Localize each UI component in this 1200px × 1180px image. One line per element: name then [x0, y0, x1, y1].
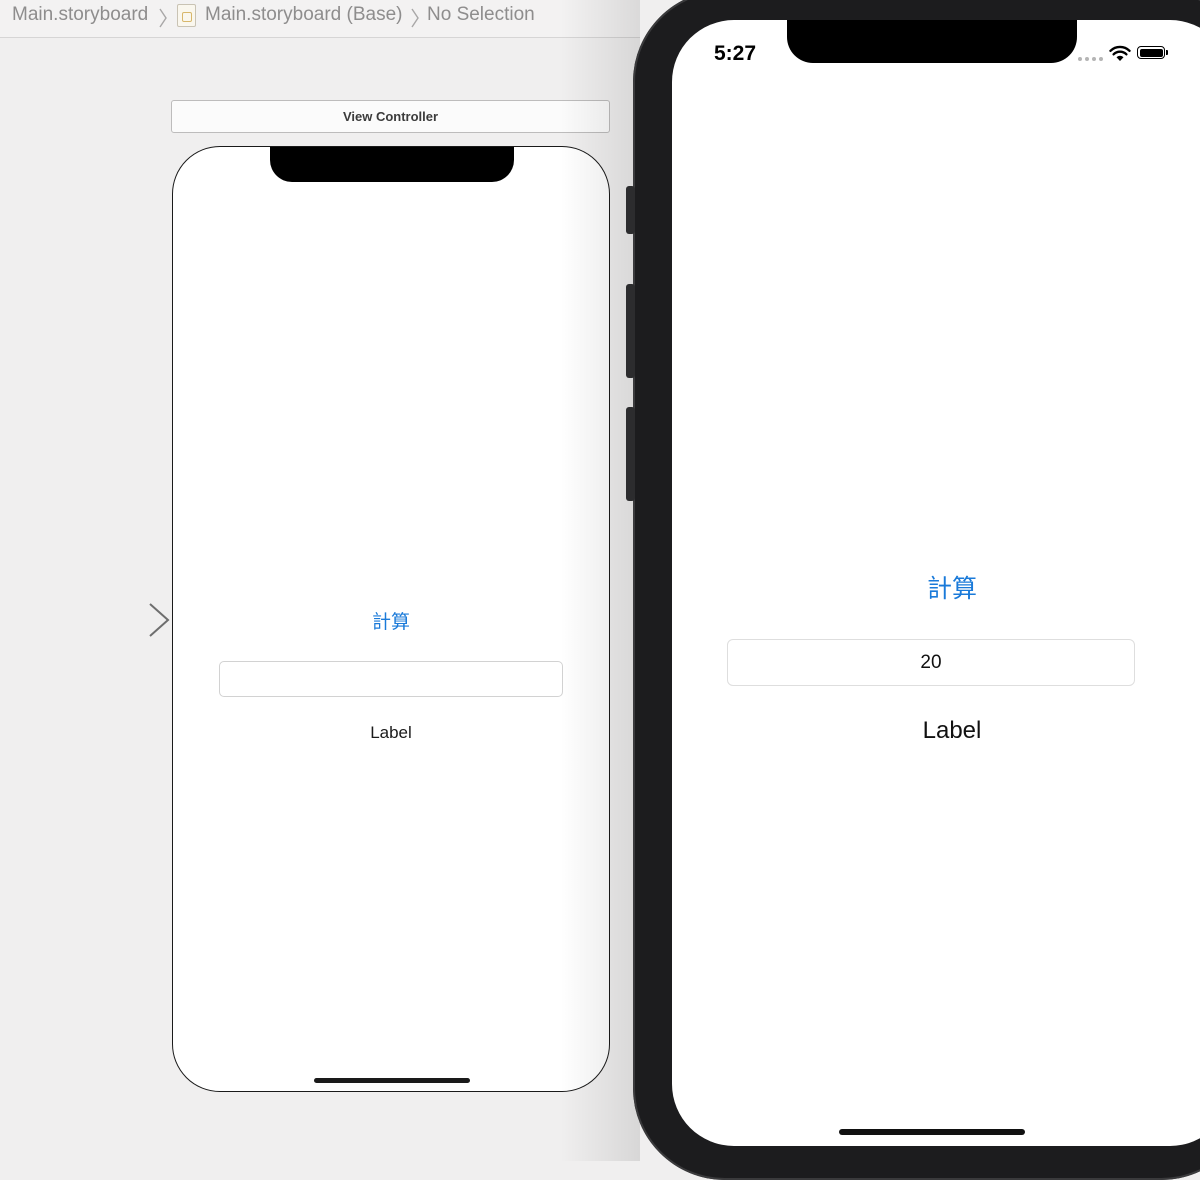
- cellular-signal-icon: [1078, 57, 1104, 61]
- volume-up-button[interactable]: [626, 284, 635, 378]
- status-time: 5:27: [714, 42, 757, 65]
- chevron-right-icon: [411, 8, 419, 28]
- entry-point-arrow-icon[interactable]: [60, 600, 175, 640]
- scene-header[interactable]: View Controller: [171, 100, 610, 133]
- file-storyboard-icon: [177, 4, 196, 27]
- jump-bar: Main.storyboard Main.storyboard (Base) N…: [0, 0, 640, 38]
- result-label[interactable]: Label: [173, 723, 609, 743]
- calculate-button[interactable]: 計算: [173, 607, 609, 634]
- simulator-shadow: [560, 0, 640, 1161]
- result-label: Label: [922, 717, 982, 744]
- breadcrumb-item-selection[interactable]: No Selection: [427, 4, 535, 26]
- calculate-button[interactable]: 計算: [672, 569, 1200, 605]
- simulator-notch: [787, 20, 1077, 63]
- home-indicator[interactable]: [839, 1129, 1025, 1135]
- battery-icon: [1137, 46, 1168, 59]
- simulator-screen: 5:27 計算 Label: [672, 20, 1200, 1146]
- storyboard-device-canvas[interactable]: 計算 Label: [172, 146, 610, 1092]
- device-notch: [270, 147, 514, 182]
- breadcrumb-item-storyboard-base[interactable]: Main.storyboard (Base): [205, 4, 402, 26]
- mute-switch[interactable]: [626, 186, 635, 234]
- wifi-icon: [1109, 45, 1131, 61]
- chevron-right-icon: [159, 8, 167, 28]
- volume-down-button[interactable]: [626, 407, 635, 501]
- home-indicator: [314, 1078, 470, 1083]
- breadcrumb-item-storyboard[interactable]: Main.storyboard: [12, 4, 148, 26]
- number-input[interactable]: [727, 639, 1135, 686]
- text-field[interactable]: [219, 661, 563, 697]
